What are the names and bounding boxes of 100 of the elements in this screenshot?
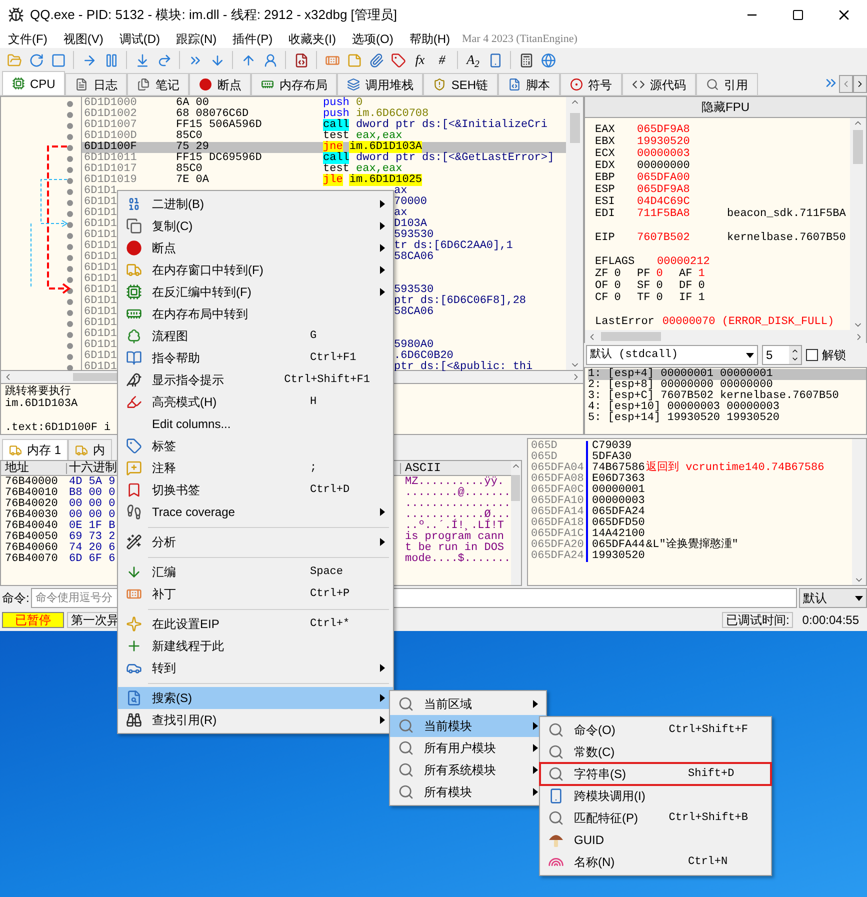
info-line: .text:6D1D100F i — [5, 422, 111, 434]
register-name: EFLAGS — [595, 256, 636, 268]
flag-name: SF — [637, 280, 650, 292]
elapsed-time: 0:00:04:55 — [801, 612, 860, 628]
address-cell-text: 6D1D1017 — [83, 164, 138, 175]
debug-state: 已暂停 — [2, 612, 64, 628]
address-cell: 6D1D1 — [84, 185, 118, 197]
stack-value: 74B67586 — [586, 463, 646, 474]
address-cell: 6D1D1 — [84, 273, 118, 285]
address-cell: 6D1D1 — [84, 218, 118, 230]
address-cell-text: 76B40010 — [4, 488, 59, 499]
address-cell: 6D1D1 — [84, 240, 118, 252]
bytes-cell-text: FF15 506A596D — [175, 120, 263, 131]
stack-address: 065D — [530, 441, 558, 452]
hex-cell: 0E 1F B — [69, 520, 116, 532]
hex-cell: B8 00 0 — [69, 487, 116, 499]
instruction-cell: 58CA06 — [394, 251, 434, 263]
address-cell: 6D1D1 — [84, 295, 118, 307]
stack-value: 19930520 — [586, 551, 646, 562]
bytes-cell-text: 6A 00 — [175, 98, 210, 109]
stack-value: 00000001 — [586, 485, 646, 496]
bytes-cell-text: 7E 0A — [175, 175, 210, 186]
flag-name: OF — [595, 280, 608, 292]
stack-address: 065DFA24 — [530, 551, 585, 562]
hex-cell: 4D 5A 9 — [69, 476, 116, 488]
info-line: 跳转将要执行 — [5, 386, 71, 398]
instruction-cell: ptr ds:[<&public: thi — [394, 361, 533, 373]
address-cell: 6D1D1 — [84, 306, 118, 318]
bytes-cell-text: 85C0 — [175, 164, 202, 175]
ascii-cell-text: ........@....... — [404, 488, 511, 499]
instruction-cell-text: jne im.6D1D103A — [323, 142, 422, 153]
address-cell-text: 6D1D100F — [83, 142, 138, 153]
address-cell-text: 6D1D1000 — [83, 98, 138, 109]
address-cell-text: 76B40000 — [4, 477, 59, 488]
hex-cell: 00 00 0 — [69, 509, 116, 521]
hex-cell: 74 20 6 — [69, 542, 116, 554]
register-name: LastError — [595, 316, 654, 328]
bytes-cell-text: 75 29 — [175, 142, 210, 153]
address-cell-text: 76B40030 — [4, 510, 59, 521]
register-name: EDI — [595, 208, 616, 220]
stack-address: 065DFA10 — [530, 496, 585, 507]
register-name: EAX — [595, 124, 616, 136]
ascii-cell-text: mode....$....... — [404, 554, 511, 565]
stack-address: 065DFA20 — [530, 540, 585, 551]
register-comment: beacon_sdk.711F5BA — [727, 208, 846, 220]
address-cell: 6D1D1 — [84, 328, 118, 340]
stack-value: C79039 — [586, 441, 646, 452]
stack-address: 065DFA0C — [530, 485, 585, 496]
instruction-cell-text: call dword ptr ds:[<&GetLastError>] — [323, 153, 556, 164]
instruction-cell: 70000 — [394, 196, 428, 208]
build-info: Mar 4 2023 (TitanEngine) — [462, 32, 578, 47]
ascii-cell-text: ..º..´.Í!¸.LÍ!T — [404, 521, 504, 532]
flag-name: ZF — [595, 268, 608, 280]
instruction-cell-text: push im.6D6C0708 — [323, 109, 429, 120]
stack-value: 5DFA30 — [586, 452, 646, 463]
stack-value: 065DFA44 — [586, 540, 646, 551]
stack-value: 065DFA24 — [586, 507, 646, 518]
address-cell-text: 76B40070 — [4, 554, 59, 565]
address-cell: 6D1D1 — [84, 361, 118, 373]
address-cell-text: 76B40040 — [4, 521, 59, 532]
window-title: QQ.exe - PID: 5132 - 模块: im.dll - 线程: 2912 - x32dbg [管理员] — [30, 6, 398, 24]
instruction-cell-text: jle im.6D1D1025 — [323, 175, 424, 186]
address-cell: 6D1D1 — [84, 229, 118, 241]
address-cell-text: 6D1D1011 — [83, 153, 138, 164]
hex-cell: 69 73 2 — [69, 531, 116, 543]
flag-name: AF — [679, 268, 692, 280]
stack-address: 065D — [530, 452, 558, 463]
address-cell: 6D1D1 — [84, 196, 118, 208]
instruction-cell-text: test eax,eax — [323, 164, 402, 175]
address-cell: 6D1D1 — [84, 317, 118, 329]
register-name: ECX — [595, 148, 616, 160]
stack-value: 00000003 — [586, 496, 646, 507]
register-name: EBP — [595, 172, 616, 184]
address-cell-text: 76B40060 — [4, 543, 59, 554]
instruction-cell: ptr ds:[6D6C06F8],28 — [394, 295, 526, 307]
hex-cell: 6D 6F 6 — [69, 553, 116, 565]
address-cell: 6D1D1 — [84, 207, 118, 219]
instruction-cell: D103A — [394, 218, 428, 230]
register-name: ESI — [595, 196, 616, 208]
instruction-cell-text: test eax,eax — [323, 131, 402, 142]
instruction-cell: 5980A0 — [394, 339, 434, 351]
register-name: EDX — [595, 160, 616, 172]
stack-address: 065DFA04 — [530, 463, 585, 474]
instruction-cell-text: push 0 — [323, 98, 363, 109]
ascii-cell-text: is program cann — [404, 532, 504, 543]
instruction-cell-text: call dword ptr ds:[<&InitializeCri — [323, 120, 548, 131]
flag-name: PF — [637, 268, 650, 280]
address-cell-text: 6D1D1019 — [83, 175, 138, 186]
stack-address: 065DFA18 — [530, 518, 585, 529]
register-name: ESP — [595, 184, 616, 196]
register-name: EIP — [595, 232, 616, 244]
address-cell: 6D1D1 — [84, 262, 118, 274]
bytes-cell-text: 68 08076C6D — [175, 109, 249, 120]
stack-address: 065DFA08 — [530, 474, 585, 485]
address-cell: 6D1D1 — [84, 350, 118, 362]
stack-comment: &L"诠换覺撺憨湩" — [646, 540, 738, 551]
instruction-cell: 593530 — [394, 229, 434, 241]
stack-value: 14A42100 — [586, 529, 646, 540]
stack-address: 065DFA14 — [530, 507, 585, 518]
register-name: EBX — [595, 136, 616, 148]
